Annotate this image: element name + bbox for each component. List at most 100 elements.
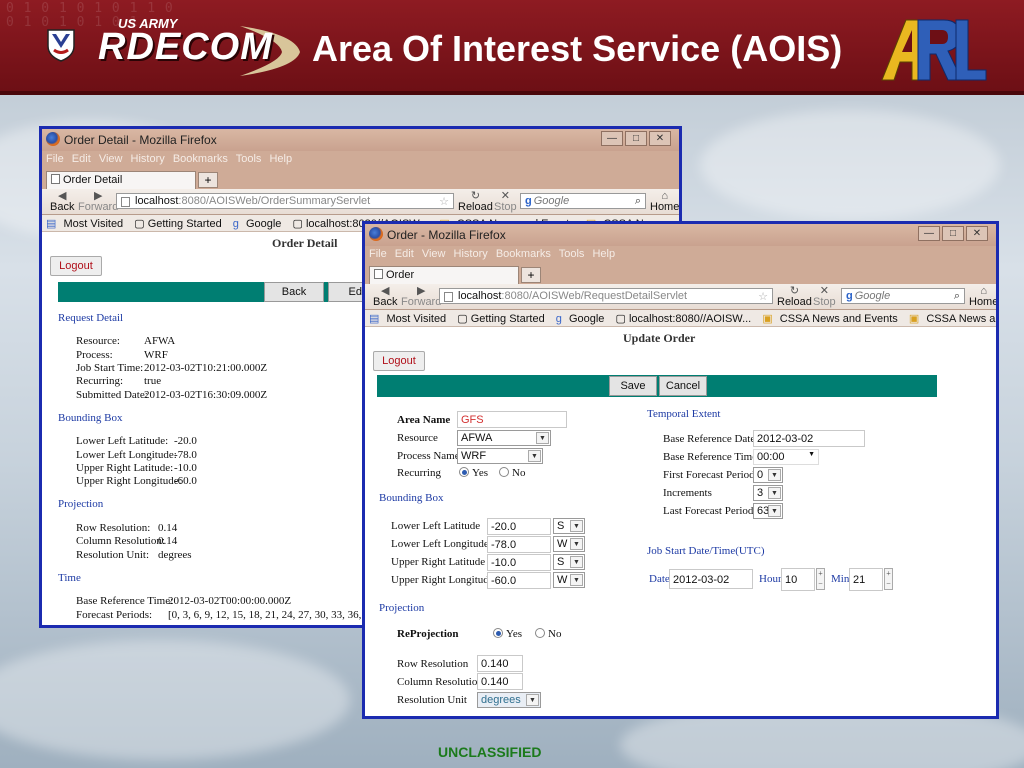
bookmark-most-visited[interactable]: ▤ Most Visited	[46, 218, 127, 230]
recurring-yes-option[interactable]: Yes	[459, 467, 488, 479]
lower-left-longitude-input[interactable]: -78.0	[487, 536, 551, 553]
chevron-down-icon: ▼	[570, 574, 583, 586]
back-button[interactable]: Back	[264, 282, 324, 302]
resolution-unit-value: degrees	[481, 694, 521, 706]
bookmark-getting-started[interactable]: ▢ Getting Started	[457, 313, 548, 325]
close-button[interactable]: ✕	[649, 131, 671, 146]
menu-bookmarks[interactable]: Bookmarks	[496, 248, 551, 260]
bookmark-google[interactable]: g Google	[556, 313, 609, 325]
close-button[interactable]: ✕	[966, 226, 988, 241]
increments-select[interactable]: 3 ▼	[753, 485, 783, 501]
last-forecast-period-select[interactable]: 63 ▼	[753, 503, 783, 519]
logout-button[interactable]: Logout	[373, 351, 425, 371]
hour-stepper[interactable]: + −	[816, 568, 825, 590]
bookmark-localhost[interactable]: ▢ localhost:8080//AOISW...	[616, 313, 756, 325]
bookmark-cssa-1[interactable]: ▣ CSSA News and Events	[762, 313, 901, 325]
menu-help[interactable]: Help	[592, 248, 615, 260]
menu-view[interactable]: View	[99, 153, 123, 165]
menu-bookmarks[interactable]: Bookmarks	[173, 153, 228, 165]
column-resolution-input[interactable]: 0.140	[477, 673, 523, 690]
process-name-select[interactable]: WRF ▼	[457, 448, 543, 464]
rss-folder-icon: ▣	[908, 313, 920, 325]
lower-left-longitude-dir-select[interactable]: W ▼	[553, 536, 585, 552]
url-bar[interactable]: localhost:8080/AOISWeb/OrderSummaryServl…	[116, 193, 454, 209]
bookmark-star-icon[interactable]: ☆	[758, 290, 768, 303]
bookmark-cssa-2[interactable]: ▣ CSSA News and Events	[909, 313, 996, 325]
minimize-button[interactable]: —	[601, 131, 623, 146]
lower-left-latitude-input[interactable]: -20.0	[487, 518, 551, 535]
minimize-button[interactable]: —	[918, 226, 940, 241]
detail-row: Upper Right Longitude:-60.0	[76, 475, 197, 487]
resource-label: Resource	[397, 432, 438, 444]
upper-right-longitude-input[interactable]: -60.0	[487, 572, 551, 589]
base-reference-time-select[interactable]: 00:00 ▼	[753, 449, 819, 465]
detail-row: Lower Left Longitude:-78.0	[76, 449, 197, 461]
radio-unchecked-icon	[535, 628, 545, 638]
area-name-input[interactable]: GFS	[457, 411, 567, 428]
menu-view[interactable]: View	[422, 248, 446, 260]
hour-input[interactable]: 10	[781, 568, 815, 591]
url-bar[interactable]: localhost:8080/AOISWeb/RequestDetailServ…	[439, 288, 773, 304]
bookmark-most-visited[interactable]: ▤ Most Visited	[369, 313, 450, 325]
tab-order[interactable]: Order	[369, 266, 519, 284]
back-nav-button[interactable]: ◀ Back	[373, 286, 397, 308]
min-input[interactable]: 21	[849, 568, 883, 591]
new-tab-button[interactable]: +	[521, 267, 541, 283]
row-resolution-input[interactable]: 0.140	[477, 655, 523, 672]
base-reference-date-input[interactable]: 2012-03-02	[753, 430, 865, 447]
menu-edit[interactable]: Edit	[395, 248, 414, 260]
home-button[interactable]: ⌂ Home	[650, 191, 679, 213]
menu-tools[interactable]: Tools	[559, 248, 585, 260]
forward-nav-button[interactable]: ▶ Forward	[78, 191, 118, 213]
menu-edit[interactable]: Edit	[72, 153, 91, 165]
reprojection-yes-option[interactable]: Yes	[493, 628, 522, 640]
stop-button[interactable]: ✕ Stop	[813, 286, 836, 308]
home-button[interactable]: ⌂ Home	[969, 286, 996, 308]
lower-left-latitude-dir-select[interactable]: S ▼	[553, 518, 585, 534]
url-path: :8080/AOISWeb/RequestDetailServlet	[501, 290, 688, 302]
tab-order-detail[interactable]: Order Detail	[46, 171, 196, 189]
back-nav-button[interactable]: ◀ Back	[50, 191, 74, 213]
bookmark-google[interactable]: g Google	[233, 218, 286, 230]
chevron-down-icon: ▼	[768, 505, 781, 517]
save-button[interactable]: Save	[609, 376, 657, 396]
process-value: WRF	[461, 450, 487, 462]
page-icon	[51, 174, 60, 184]
background-cloud	[700, 110, 1000, 220]
bookmark-getting-started[interactable]: ▢ Getting Started	[134, 218, 225, 230]
search-box[interactable]: g Google ⌕	[520, 193, 646, 209]
upper-right-longitude-dir-select[interactable]: W ▼	[553, 572, 585, 588]
menu-history[interactable]: History	[131, 153, 165, 165]
upper-right-latitude-input[interactable]: -10.0	[487, 554, 551, 571]
maximize-button[interactable]: □	[942, 226, 964, 241]
menu-help[interactable]: Help	[269, 153, 292, 165]
window-titlebar: Order - Mozilla Firefox — □ ✕	[365, 224, 996, 246]
menu-history[interactable]: History	[454, 248, 488, 260]
stop-button[interactable]: ✕ Stop	[494, 191, 517, 213]
logout-button[interactable]: Logout	[50, 256, 102, 276]
first-forecast-period-select[interactable]: 0 ▼	[753, 467, 783, 483]
menu-tools[interactable]: Tools	[236, 153, 262, 165]
menu-file[interactable]: File	[369, 248, 387, 260]
search-icon[interactable]: ⌕	[954, 290, 960, 303]
forward-nav-button[interactable]: ▶ Forward	[401, 286, 441, 308]
reload-button[interactable]: ↻ Reload	[777, 286, 812, 308]
direction-value: S	[557, 520, 565, 532]
upper-right-latitude-dir-select[interactable]: S ▼	[553, 554, 585, 570]
resource-select[interactable]: AFWA ▼	[457, 430, 551, 446]
maximize-button[interactable]: □	[625, 131, 647, 146]
job-start-date-input[interactable]: 2012-03-02	[669, 569, 753, 589]
menu-file[interactable]: File	[46, 153, 64, 165]
reload-button[interactable]: ↻ Reload	[458, 191, 493, 213]
min-stepper[interactable]: + −	[884, 568, 893, 590]
bookmark-star-icon[interactable]: ☆	[439, 195, 449, 208]
search-box[interactable]: g Google ⌕	[841, 288, 965, 304]
resolution-unit-select[interactable]: degrees ▼	[477, 692, 541, 708]
section-bounding-box: Bounding Box	[58, 412, 123, 424]
new-tab-button[interactable]: +	[198, 172, 218, 188]
cancel-button[interactable]: Cancel	[659, 376, 707, 396]
recurring-no-option[interactable]: No	[499, 467, 525, 479]
reprojection-no-option[interactable]: No	[535, 628, 561, 640]
search-icon[interactable]: ⌕	[635, 195, 641, 208]
radio-unchecked-icon	[499, 467, 509, 477]
